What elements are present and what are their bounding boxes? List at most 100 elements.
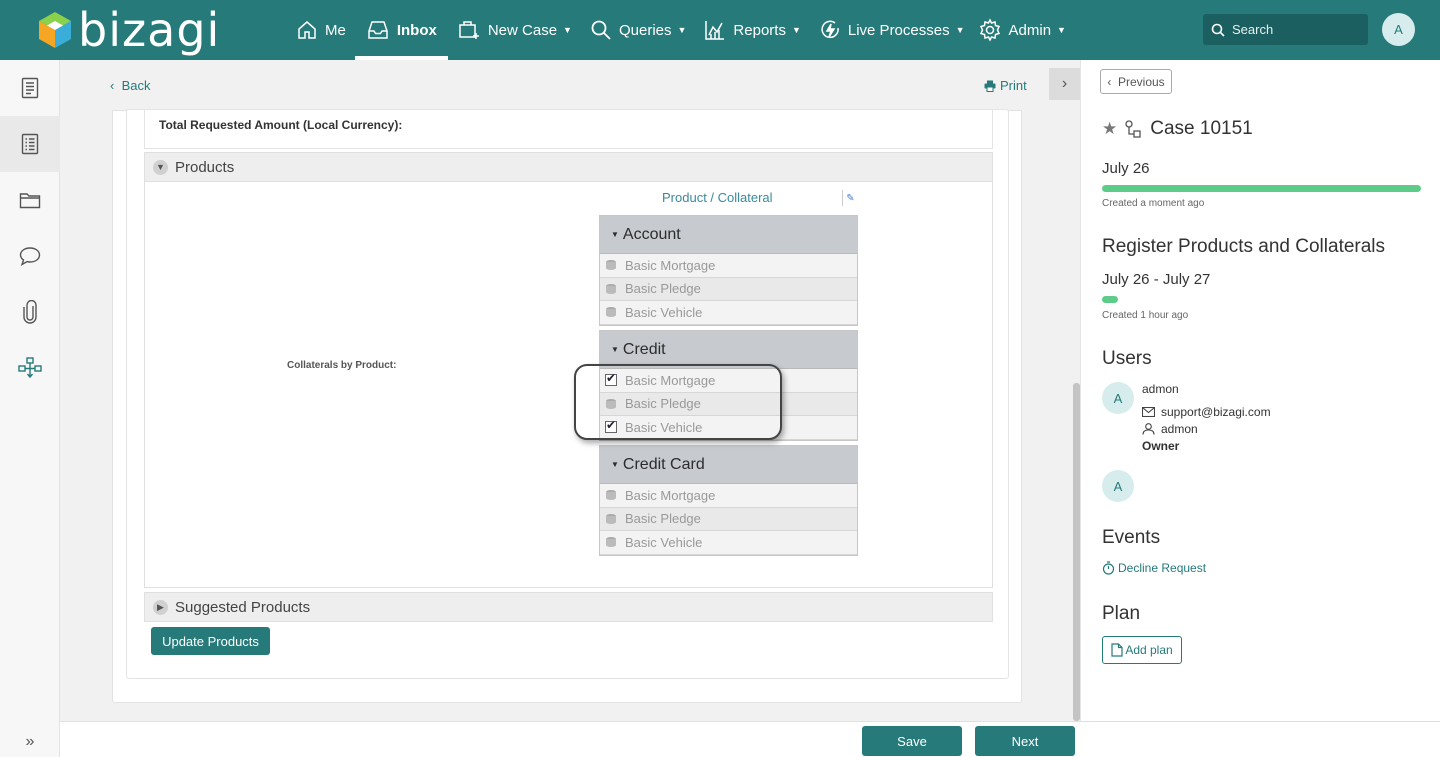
folder-icon	[19, 193, 41, 209]
nav-queries[interactable]: Queries ▼	[581, 0, 695, 60]
search-icon	[591, 20, 611, 40]
case-title: ★ Case 10151	[1102, 118, 1253, 140]
rail-details[interactable]	[0, 116, 60, 172]
tree-row[interactable]: Basic Pledge	[600, 507, 857, 531]
new-case-icon	[459, 21, 479, 39]
tree-row[interactable]: Basic Mortgage	[600, 254, 857, 278]
user-icon	[1142, 423, 1155, 435]
print-label: Print	[1000, 78, 1027, 93]
highlight-annotation	[574, 364, 782, 440]
add-plan-button[interactable]: Add plan	[1102, 636, 1182, 664]
tree-row[interactable]: Basic Pledge	[600, 277, 857, 301]
suggested-products-group-header[interactable]: ▶ Suggested Products	[144, 592, 993, 622]
database-icon	[604, 258, 618, 272]
next-button[interactable]: Next	[975, 726, 1075, 756]
tree-title: Product / Collateral	[662, 190, 773, 205]
event-link-label: Decline Request	[1118, 561, 1207, 575]
user-username: admon	[1142, 422, 1198, 436]
nav-live-processes[interactable]: Live Processes ▼	[810, 0, 974, 60]
logo-cube-icon	[38, 11, 72, 49]
tree-group-header[interactable]: ▼ Account	[600, 216, 857, 254]
user-avatar[interactable]: A	[1382, 13, 1415, 46]
list-icon	[21, 133, 39, 155]
user-email-text: support@bizagi.com	[1161, 405, 1271, 419]
nav-reports[interactable]: Reports ▼	[695, 0, 809, 60]
nav-me[interactable]: Me	[287, 0, 355, 60]
events-heading: Events	[1102, 527, 1161, 548]
search-input[interactable]	[1232, 22, 1352, 37]
previous-button[interactable]: ‹ Previous	[1100, 69, 1172, 94]
toggle-side-panel-button[interactable]: ›	[1049, 68, 1080, 100]
rail-comments[interactable]	[0, 228, 60, 284]
tree-group-header[interactable]: ▼ Credit Card	[600, 446, 857, 484]
add-plan-label: Add plan	[1125, 643, 1173, 657]
save-button[interactable]: Save	[862, 726, 962, 756]
left-rail: »	[0, 60, 60, 757]
back-link[interactable]: ‹ Back	[110, 78, 150, 93]
nav-new-case-label: New Case	[487, 21, 558, 39]
chevron-down-icon: ▼	[1057, 25, 1066, 35]
comment-icon	[19, 247, 41, 266]
activity-progress-bar	[1102, 296, 1118, 303]
caret-down-icon: ▼	[611, 230, 619, 239]
form-container: Total Requested Amount (Local Currency):…	[126, 109, 1009, 679]
form-card: Total Requested Amount (Local Currency):…	[112, 109, 1022, 703]
update-products-button[interactable]: Update Products	[151, 627, 270, 655]
products-group-title: Products	[175, 158, 235, 176]
tree-group-name: Credit	[622, 340, 666, 358]
nav-live-processes-label: Live Processes	[847, 21, 950, 39]
activity-title: Register Products and Collaterals	[1102, 236, 1386, 257]
chart-icon	[705, 21, 725, 40]
users-heading: Users	[1102, 348, 1152, 369]
activity-dates: July 26 - July 27	[1102, 271, 1211, 288]
nav-admin[interactable]: Admin ▼	[974, 0, 1075, 60]
tree-group-name: Credit Card	[622, 455, 705, 473]
chevron-down-icon: ▼	[677, 25, 687, 35]
total-amount-label: Total Requested Amount (Local Currency):	[159, 118, 403, 132]
document-add-icon	[1111, 643, 1123, 657]
inbox-icon	[368, 21, 388, 39]
search-icon	[1211, 23, 1225, 37]
rail-workflow[interactable]	[0, 340, 60, 396]
expand-rail-icon[interactable]: »	[0, 733, 60, 751]
nav-admin-label: Admin	[1008, 21, 1052, 39]
mail-icon	[1142, 407, 1155, 417]
chevron-right-icon: ▶	[153, 599, 168, 615]
database-icon	[604, 305, 618, 319]
user-role: Owner	[1142, 439, 1180, 453]
tree-group-account: ▼ Account Basic Mortgage Basic Pledge Bas…	[599, 215, 858, 326]
tree-row-label: Basic Pledge	[625, 281, 701, 297]
star-icon[interactable]: ★	[1102, 119, 1117, 139]
main-scrollbar[interactable]	[1073, 383, 1080, 721]
nav-me-label: Me	[325, 21, 346, 39]
database-icon	[604, 282, 618, 296]
caret-down-icon: ▼	[611, 460, 619, 469]
top-bar: bizagi Me Inbox New Case ▼ Queries ▼ Rep…	[0, 0, 1440, 60]
nav-new-case[interactable]: New Case ▼	[448, 0, 581, 60]
case-date: July 26	[1102, 160, 1150, 177]
bizagi-logo[interactable]: bizagi	[38, 6, 220, 54]
activity-created: Created 1 hour ago	[1102, 310, 1189, 321]
products-group-body: Collaterals by Product: Product / Collat…	[144, 182, 993, 588]
printer-icon	[984, 80, 996, 92]
rail-documents[interactable]	[0, 172, 60, 228]
tree-row[interactable]: Basic Vehicle	[600, 531, 857, 555]
previous-label: Previous	[1117, 74, 1165, 89]
tree-row[interactable]: Basic Mortgage	[600, 484, 857, 508]
paperclip-icon	[23, 300, 37, 324]
global-search[interactable]	[1203, 14, 1368, 45]
print-link[interactable]: Print	[984, 78, 1027, 93]
products-group-header[interactable]: ▼ Products	[144, 152, 993, 182]
nav-inbox[interactable]: Inbox	[354, 0, 448, 60]
database-icon	[604, 488, 618, 502]
rail-attachments[interactable]	[0, 284, 60, 340]
workflow-icon	[18, 357, 42, 379]
avatar: A	[1102, 470, 1134, 502]
tree-edit-icon[interactable]: ✎	[842, 190, 858, 206]
rail-form[interactable]	[0, 60, 60, 116]
main-content: ‹ Back Print › Total Requested Amount (L…	[60, 60, 1080, 721]
tree-row[interactable]: Basic Vehicle	[600, 301, 857, 325]
case-summary-panel: ‹ Previous ★ Case 10151 July 26 Created …	[1080, 60, 1440, 721]
lightning-icon	[821, 20, 839, 39]
decline-request-link[interactable]: Decline Request	[1102, 561, 1206, 575]
